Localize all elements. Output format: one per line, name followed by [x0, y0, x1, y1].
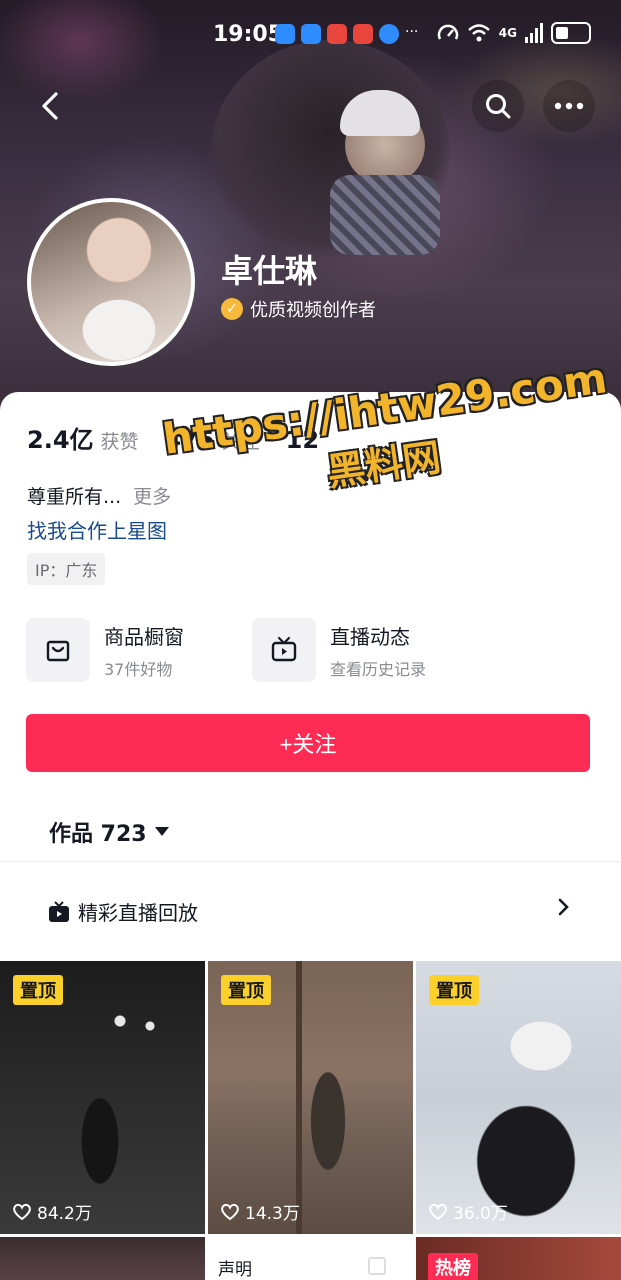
pinned-badge: 置顶 [13, 975, 63, 1005]
more-dots-icon [554, 102, 584, 110]
more-notifications-icon: ··· [405, 24, 419, 40]
heart-icon [429, 1203, 447, 1220]
stat-value: 2.4亿 [27, 426, 94, 454]
speed-icon [437, 24, 459, 40]
shop-window-entry[interactable]: 商品橱窗 37件好物 [26, 618, 184, 682]
live-replay-icon [49, 900, 69, 922]
avatar[interactable] [27, 198, 195, 366]
video-likes: 84.2万 [12, 1199, 92, 1224]
video-likes: 36.0万 [428, 1199, 508, 1224]
section-divider [0, 861, 621, 862]
search-icon [486, 94, 511, 119]
video-tile[interactable]: 置顶 14.3万 [208, 961, 413, 1234]
ip-location-badge: IP：广东 [27, 553, 106, 585]
bag-icon [26, 618, 90, 682]
live-replay-row[interactable]: 精彩直播回放 [48, 897, 198, 926]
pinned-badge: 置顶 [221, 975, 271, 1005]
video-tile[interactable] [0, 1237, 205, 1280]
follow-button[interactable]: +关注 [26, 714, 590, 772]
notification-icons: ··· [275, 24, 418, 44]
video-tile[interactable]: 置顶 36.0万 [416, 961, 621, 1234]
heart-icon [221, 1203, 239, 1220]
bio-more-link[interactable]: 更多 [133, 486, 171, 508]
video-likes: 14.3万 [220, 1199, 300, 1224]
back-button[interactable] [24, 80, 76, 132]
caret-down-icon [154, 827, 169, 836]
checkbox-icon [368, 1257, 386, 1275]
battery-icon [551, 22, 591, 44]
cooperation-link[interactable]: 找我合作上星图 [27, 515, 167, 544]
likes-count: 14.3万 [245, 1204, 300, 1224]
feature-subtitle: 查看历史记录 [330, 659, 427, 679]
network-type: 4G [498, 26, 517, 40]
search-button[interactable] [472, 80, 524, 132]
video-tile[interactable]: 置顶 84.2万 [0, 961, 205, 1234]
stat-likes[interactable]: 2.4亿 获赞 [27, 420, 139, 455]
verified-badge: ✓ 优质视频创作者 [221, 296, 376, 322]
pinned-badge: 置顶 [429, 975, 479, 1005]
wifi-icon [467, 24, 490, 42]
works-tab[interactable]: 作品 723 [49, 816, 169, 848]
heart-icon [13, 1203, 31, 1220]
works-label: 作品 723 [49, 822, 147, 847]
live-history-entry[interactable]: 直播动态 查看历史记录 [252, 618, 426, 682]
live-replay-label: 精彩直播回放 [78, 901, 198, 925]
verified-label: 优质视频创作者 [250, 300, 376, 321]
likes-count: 36.0万 [453, 1204, 508, 1224]
more-options-button[interactable] [543, 80, 595, 132]
video-tile[interactable]: 声明 [208, 1237, 413, 1280]
feature-title: 直播动态 [330, 624, 410, 649]
status-bar: 19:05 ··· 4G [0, 0, 621, 72]
chevron-left-icon [42, 92, 58, 120]
app-notification-icon [353, 24, 373, 44]
status-time: 19:05 [213, 22, 284, 47]
bio-text: 尊重所有... [27, 486, 122, 508]
app-notification-icon [327, 24, 347, 44]
statement-label: 声明 [218, 1260, 252, 1280]
chevron-right-icon[interactable] [558, 897, 570, 921]
system-icons: 4G [437, 22, 591, 44]
cell-signal-icon [525, 23, 543, 43]
hot-list-badge: 热榜 [428, 1253, 478, 1280]
verified-check-icon: ✓ [221, 298, 243, 320]
app-notification-icon [379, 24, 399, 44]
profile-bio: 尊重所有... 更多 [27, 482, 171, 509]
video-tile[interactable]: 热榜 [416, 1237, 621, 1280]
signal-notification-icon [301, 24, 321, 44]
stat-label: 获赞 [100, 431, 139, 453]
feature-subtitle: 37件好物 [104, 659, 173, 679]
tv-icon [252, 618, 316, 682]
likes-count: 84.2万 [37, 1204, 92, 1224]
feature-title: 商品橱窗 [104, 624, 184, 649]
message-notification-icon [275, 24, 295, 44]
profile-name: 卓仕琳 [221, 252, 318, 290]
